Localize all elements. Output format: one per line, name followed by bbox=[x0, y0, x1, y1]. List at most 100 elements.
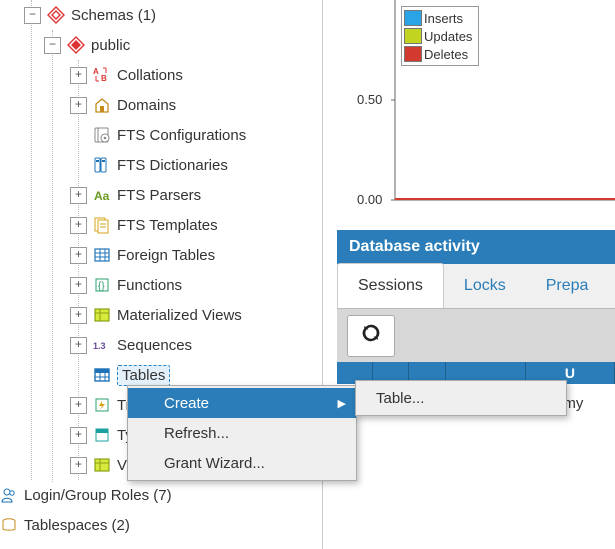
tree-node-public[interactable]: − public bbox=[0, 30, 322, 60]
tree-node-fts-parsers[interactable]: + Aa FTS Parsers bbox=[0, 180, 322, 210]
db-activity-header: Database activity bbox=[337, 230, 615, 264]
legend-label: Updates bbox=[424, 29, 472, 44]
chart-legend: Inserts Updates Deletes bbox=[401, 6, 479, 66]
tab-prepared[interactable]: Prepa bbox=[526, 264, 609, 308]
tree-node-sequences[interactable]: + 1.3 Sequences bbox=[0, 330, 322, 360]
trigger-functions-icon bbox=[93, 396, 111, 414]
tree-node-label: Tablespaces (2) bbox=[24, 517, 130, 534]
legend-item: Inserts bbox=[404, 9, 472, 27]
ytick-label: 0.50 bbox=[357, 92, 382, 107]
fts-templates-icon bbox=[93, 216, 111, 234]
svg-text:{}: {} bbox=[98, 281, 105, 292]
tab-label: Locks bbox=[464, 277, 506, 295]
ytick-label: 0.00 bbox=[357, 192, 382, 207]
expand-icon[interactable]: + bbox=[70, 307, 87, 324]
functions-icon: {} bbox=[93, 276, 111, 294]
create-submenu: Table... bbox=[355, 380, 567, 416]
tab-locks[interactable]: Locks bbox=[444, 264, 526, 308]
tree-node-label: Materialized Views bbox=[117, 307, 242, 324]
collapse-icon[interactable]: − bbox=[24, 7, 41, 24]
root-nodes: Login/Group Roles (7) Tablespaces (2) bbox=[0, 480, 172, 540]
sequences-icon: 1.3 bbox=[93, 336, 111, 354]
tree-node-fts-config[interactable]: + FTS Configurations bbox=[0, 120, 322, 150]
submenu-item-table[interactable]: Table... bbox=[356, 383, 566, 413]
tablespaces-icon bbox=[0, 516, 18, 534]
tree-node-label: Domains bbox=[117, 97, 176, 114]
context-menu: Create ▶ Refresh... Grant Wizard... bbox=[127, 385, 357, 481]
panel-title: Database activity bbox=[349, 238, 480, 256]
legend-swatch bbox=[404, 46, 422, 62]
tree-node-functions[interactable]: + {} Functions bbox=[0, 270, 322, 300]
tree-node-foreign-tables[interactable]: + Foreign Tables bbox=[0, 240, 322, 270]
menu-item-refresh[interactable]: Refresh... bbox=[128, 418, 356, 448]
foreign-tables-icon bbox=[93, 246, 111, 264]
tree-node-login-roles[interactable]: Login/Group Roles (7) bbox=[0, 480, 172, 510]
tree-node-schemas[interactable]: − Schemas (1) bbox=[0, 0, 322, 30]
tuples-chart: 0.50 0.00 Inserts Updates Deletes bbox=[337, 0, 615, 212]
tree-node-tablespaces[interactable]: Tablespaces (2) bbox=[0, 510, 172, 540]
col-label: U bbox=[565, 365, 575, 381]
expand-spacer: + bbox=[70, 367, 87, 384]
db-activity-tabs: Sessions Locks Prepa bbox=[337, 264, 615, 309]
menu-item-label: Table... bbox=[376, 390, 424, 407]
expand-icon[interactable]: + bbox=[70, 97, 87, 114]
tree-node-label: Foreign Tables bbox=[117, 247, 215, 264]
collapse-icon[interactable]: − bbox=[44, 37, 61, 54]
tree-node-label: FTS Configurations bbox=[117, 127, 246, 144]
tab-label: Prepa bbox=[546, 277, 589, 295]
mat-views-icon bbox=[93, 306, 111, 324]
expand-icon[interactable]: + bbox=[70, 397, 87, 414]
right-panel: 0.50 0.00 Inserts Updates Deletes Databa… bbox=[323, 0, 615, 549]
fts-parsers-icon: Aa bbox=[93, 186, 111, 204]
legend-swatch bbox=[404, 10, 422, 26]
tree-node-label: Tables bbox=[117, 365, 170, 386]
tree-node-label: FTS Parsers bbox=[117, 187, 201, 204]
types-icon bbox=[93, 426, 111, 444]
expand-icon[interactable]: + bbox=[70, 187, 87, 204]
legend-label: Deletes bbox=[424, 47, 468, 62]
menu-item-label: Refresh... bbox=[164, 425, 229, 442]
legend-item: Updates bbox=[404, 27, 472, 45]
expand-icon[interactable]: + bbox=[70, 427, 87, 444]
refresh-icon bbox=[360, 322, 382, 350]
expand-icon[interactable]: + bbox=[70, 337, 87, 354]
tree-node-label: Login/Group Roles (7) bbox=[24, 487, 172, 504]
fts-config-icon bbox=[93, 126, 111, 144]
svg-text:B: B bbox=[101, 74, 107, 83]
tree-node-domains[interactable]: + Domains bbox=[0, 90, 322, 120]
schemas-icon bbox=[47, 6, 65, 24]
domains-icon bbox=[93, 96, 111, 114]
tab-label: Sessions bbox=[358, 277, 423, 295]
expand-icon[interactable]: + bbox=[70, 457, 87, 474]
expand-icon[interactable]: + bbox=[70, 67, 87, 84]
tree-node-label: Functions bbox=[117, 277, 182, 294]
tree-node-collations[interactable]: + AB Collations bbox=[0, 60, 322, 90]
tree-node-label: FTS Templates bbox=[117, 217, 218, 234]
refresh-button[interactable] bbox=[347, 315, 395, 357]
svg-text:A: A bbox=[93, 67, 99, 76]
expand-spacer: + bbox=[70, 127, 87, 144]
expand-icon[interactable]: + bbox=[70, 217, 87, 234]
legend-item: Deletes bbox=[404, 45, 472, 63]
tree-node-label: public bbox=[91, 37, 130, 54]
tree-node-label: Schemas (1) bbox=[71, 7, 156, 24]
tree-node-fts-templates[interactable]: + FTS Templates bbox=[0, 210, 322, 240]
menu-item-grant-wizard[interactable]: Grant Wizard... bbox=[128, 448, 356, 478]
tab-sessions[interactable]: Sessions bbox=[337, 263, 444, 309]
expand-icon[interactable]: + bbox=[70, 277, 87, 294]
tree-node-label: FTS Dictionaries bbox=[117, 157, 228, 174]
submenu-arrow-icon: ▶ bbox=[338, 397, 346, 410]
fts-dict-icon bbox=[93, 156, 111, 174]
svg-text:Aa: Aa bbox=[94, 189, 110, 203]
tree-node-fts-dict[interactable]: + FTS Dictionaries bbox=[0, 150, 322, 180]
expand-icon[interactable]: + bbox=[70, 247, 87, 264]
login-roles-icon bbox=[0, 486, 18, 504]
expand-spacer: + bbox=[70, 157, 87, 174]
tree-node-mat-views[interactable]: + Materialized Views bbox=[0, 300, 322, 330]
schema-icon bbox=[67, 36, 85, 54]
tree-node-label: Sequences bbox=[117, 337, 192, 354]
sessions-toolbar bbox=[337, 308, 615, 364]
menu-item-create[interactable]: Create ▶ bbox=[128, 388, 356, 418]
collations-icon: AB bbox=[93, 66, 111, 84]
legend-swatch bbox=[404, 28, 422, 44]
